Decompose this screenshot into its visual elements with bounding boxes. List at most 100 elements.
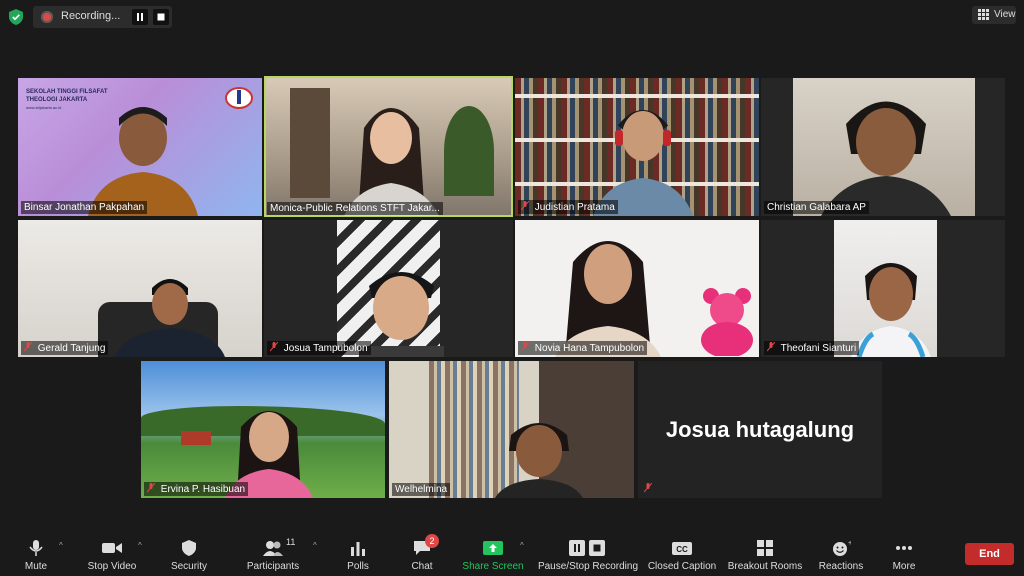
share-options-caret-icon[interactable]: ^ (520, 541, 524, 550)
closed-caption-icon: CC (672, 542, 692, 555)
grid-view-icon (978, 9, 989, 20)
school-logo-icon (225, 87, 253, 109)
participant-display-name: Josua hutagalung (665, 417, 855, 442)
participant-name-text: Ervina P. Hasibuan (160, 484, 246, 495)
video-tile[interactable]: Christian Galabara AP (761, 78, 1005, 216)
muted-mic-icon (521, 201, 529, 211)
share-screen-button[interactable]: Share Screen (460, 534, 526, 576)
muted-mic-icon (24, 342, 32, 352)
more-button[interactable]: More (884, 534, 924, 576)
polls-label: Polls (347, 561, 369, 572)
breakout-rooms-icon (757, 540, 773, 556)
video-tile-active-speaker[interactable]: Monica-Public Relations STFT Jakar... (264, 76, 513, 217)
participant-name-text: Gerald Tanjung (37, 343, 106, 354)
participant-name: Christian Galabara AP (764, 201, 869, 214)
video-options-caret-icon[interactable]: ^ (138, 541, 142, 550)
participant-video (821, 101, 951, 216)
mute-options-caret-icon[interactable]: ^ (59, 541, 63, 550)
stop-video-button[interactable]: Stop Video (83, 534, 141, 576)
mute-button[interactable]: Mute (14, 534, 58, 576)
video-tile[interactable]: Judistian Pratama (515, 78, 759, 216)
participant-video (593, 110, 693, 216)
muted-mic-icon (270, 342, 278, 352)
muted-mic-icon (767, 342, 775, 352)
participant-video (555, 241, 661, 357)
muted-mic-icon (147, 483, 155, 493)
participant-name: Judistian Pratama (518, 200, 618, 214)
pause-stop-recording-button[interactable]: Pause/Stop Recording (536, 534, 640, 576)
pause-icon (137, 13, 143, 21)
breakout-rooms-label: Breakout Rooms (727, 561, 803, 572)
breakout-rooms-button[interactable]: Breakout Rooms (726, 534, 804, 576)
participants-label: Participants (246, 561, 300, 572)
pause-stop-recording-label: Pause/Stop Recording (537, 561, 639, 572)
background-door (290, 88, 330, 198)
muted-mic-icon (521, 342, 529, 352)
video-tile[interactable]: Theofani Sianturi (761, 220, 1005, 357)
participants-options-caret-icon[interactable]: ^ (313, 541, 317, 550)
participant-name: Gerald Tanjung (21, 341, 109, 355)
svg-text:+: + (848, 540, 851, 547)
teddy-bear (701, 288, 753, 356)
participant-video (495, 423, 583, 498)
participant-video (88, 107, 198, 216)
participant-name: Binsar Jonathan Pakpahan (21, 201, 148, 214)
video-tile[interactable]: Josua Tampubolon (264, 220, 513, 357)
video-tile[interactable]: Welhelmina (389, 361, 634, 498)
top-bar: Recording... View (0, 0, 1024, 34)
slide-line: SEKOLAH TINGGI FILSAFAT (26, 89, 108, 95)
background-barn (181, 431, 211, 445)
pause-stop-recording-icon (569, 540, 605, 556)
stop-video-label: Stop Video (87, 561, 137, 572)
participant-name-text: Novia Hana Tampubolon (534, 343, 645, 354)
chat-label: Chat (411, 561, 433, 572)
participants-button[interactable]: 11 Participants (242, 534, 304, 576)
polls-button[interactable]: Polls (338, 534, 378, 576)
participant-name-text: Binsar Jonathan Pakpahan (24, 202, 145, 213)
video-tile[interactable]: SEKOLAH TINGGI FILSAFAT THEOLOGI JAKARTA… (18, 78, 262, 216)
participant-name-text: Monica-Public Relations STFT Jakar... (270, 203, 440, 214)
meeting-toolbar: Mute ^ Stop Video ^ Security 11 Particip… (0, 534, 1024, 576)
chat-button[interactable]: 2 Chat (402, 534, 442, 576)
chat-unread-badge: 2 (425, 534, 439, 548)
participant-name: Welhelmina (392, 483, 451, 496)
security-label: Security (170, 561, 208, 572)
share-screen-icon (483, 541, 503, 555)
participant-name-text: Christian Galabara AP (767, 202, 866, 213)
video-tile-camera-off[interactable]: Josua hutagalung (638, 361, 882, 498)
video-camera-icon (102, 543, 122, 553)
video-tile[interactable]: Gerald Tanjung (18, 220, 262, 357)
end-meeting-button[interactable]: End (965, 543, 1014, 565)
participant-name: Theofani Sianturi (764, 341, 860, 355)
participants-icon (263, 541, 283, 556)
share-screen-label: Share Screen (462, 561, 524, 572)
participant-video (851, 263, 931, 357)
participant-name-text: Judistian Pratama (534, 202, 615, 213)
more-dots-icon (896, 546, 912, 550)
participant-name: Novia Hana Tampubolon (518, 341, 648, 355)
view-label: View (994, 9, 1016, 20)
reactions-label: Reactions (818, 561, 864, 572)
svg-text:CC: CC (676, 545, 688, 554)
shield-icon[interactable] (8, 8, 24, 26)
participant-video (359, 272, 444, 357)
participant-name: Monica-Public Relations STFT Jakar... (267, 202, 443, 215)
pause-recording-button[interactable] (132, 9, 148, 25)
stop-recording-button[interactable] (153, 9, 169, 25)
closed-caption-label: Closed Caption (647, 561, 717, 572)
participants-count: 11 (286, 537, 296, 547)
participant-video (344, 108, 439, 216)
participant-video (115, 279, 225, 357)
video-tile[interactable]: Novia Hana Tampubolon (515, 220, 759, 357)
closed-caption-button[interactable]: CC Closed Caption (646, 534, 718, 576)
video-tile[interactable]: Ervina P. Hasibuan (141, 361, 385, 498)
security-button[interactable]: Security (166, 534, 212, 576)
recording-dot-icon (41, 11, 53, 23)
muted-mic-icon (644, 483, 652, 493)
participant-name: Josua Tampubolon (267, 341, 371, 355)
recording-indicator: Recording... (33, 6, 172, 28)
participant-name: Ervina P. Hasibuan (144, 482, 249, 496)
view-button[interactable]: View (972, 6, 1016, 24)
reactions-button[interactable]: + Reactions (814, 534, 868, 576)
polls-chart-icon (351, 542, 365, 556)
